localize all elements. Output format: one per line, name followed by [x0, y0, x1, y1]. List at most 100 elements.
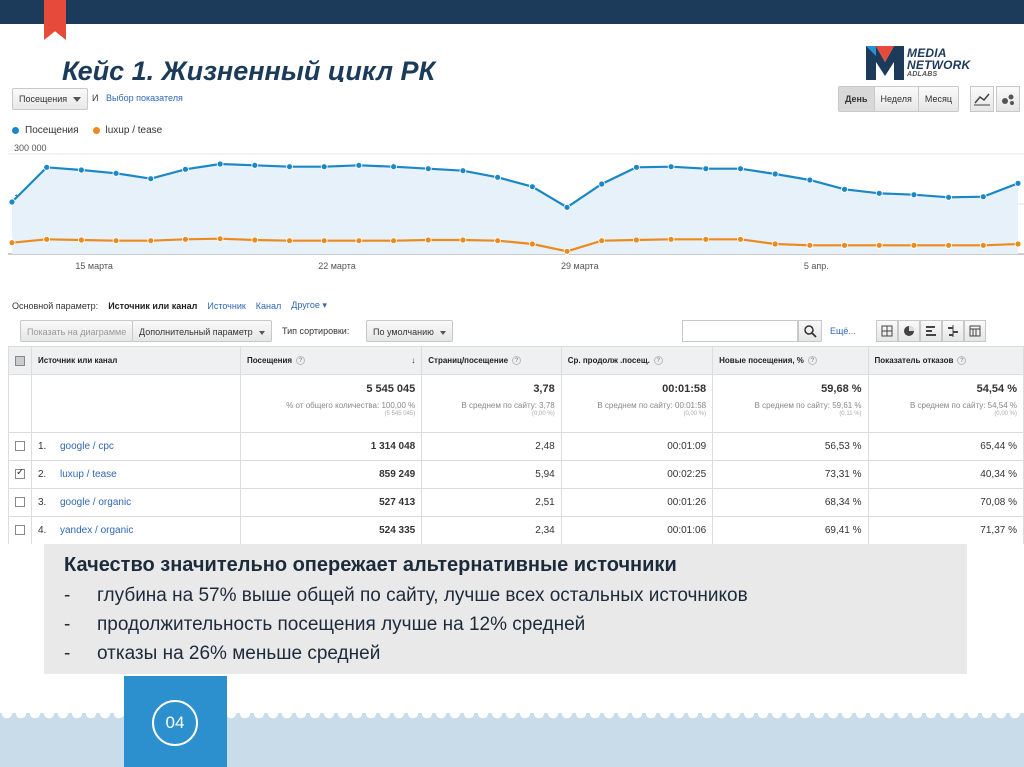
column-header-duration[interactable]: Ср. продолж .посещ.? [560, 346, 714, 375]
column-header-pages[interactable]: Страниц/посещение? [421, 346, 562, 375]
chevron-down-icon [258, 330, 265, 335]
bullet-dash: - [64, 585, 71, 606]
secondary-dimension-select[interactable]: Дополнительный параметр [132, 320, 272, 342]
plot-rows-button[interactable]: Показать на диаграмме [20, 320, 134, 342]
logo-text-adlabs: ADLABS [907, 71, 938, 78]
dimension-source-medium[interactable]: Источник или канал [108, 301, 197, 311]
line-chart-mode-button[interactable] [970, 86, 994, 112]
source-link[interactable]: google / cpc [60, 441, 114, 452]
help-icon[interactable]: ? [296, 356, 306, 366]
data-point [494, 173, 502, 181]
source-link[interactable]: google / organic [60, 497, 131, 508]
data-view-button[interactable] [876, 320, 898, 342]
period-month-button[interactable]: Месяц [918, 87, 959, 111]
data-point [667, 163, 675, 171]
column-header-source[interactable]: Источник или канал [30, 346, 242, 375]
row-checkbox[interactable] [15, 497, 25, 508]
row-checkbox-cell[interactable] [8, 488, 32, 517]
pie-view-button[interactable] [898, 320, 920, 342]
data-point [1014, 179, 1022, 187]
data-point [598, 237, 606, 245]
table-row[interactable]: 1. google / cpc 1 314 048 2,48 00:01:09 5… [8, 432, 1024, 461]
row-checkbox[interactable] [15, 467, 25, 480]
data-point [8, 198, 16, 206]
row-checkbox-cell[interactable] [8, 432, 32, 461]
source-link[interactable]: luxup / tease [60, 469, 117, 480]
summary-item-text: отказы на 26% меньше средней [97, 643, 381, 664]
performance-view-button[interactable] [920, 320, 942, 342]
chart-legend: Посещения luxup / tease [12, 125, 162, 136]
pivot-view-button[interactable] [964, 320, 986, 342]
choose-metric-link[interactable]: Выбор показателя [106, 93, 183, 103]
data-point [112, 169, 120, 177]
table-row[interactable]: 3. google / organic 527 413 2,51 00:01:26… [8, 488, 1024, 517]
data-point [424, 236, 432, 244]
help-icon[interactable]: ? [807, 356, 817, 366]
top-bar [0, 0, 1024, 24]
new-visits-cell: 69,41 % [712, 516, 869, 544]
dimension-source[interactable]: Источник [207, 301, 245, 311]
grid-view-icon [881, 325, 893, 337]
dimension-medium[interactable]: Канал [256, 301, 281, 311]
sort-arrow-icon: ↓ [411, 355, 416, 365]
data-point [771, 240, 779, 248]
sort-type-value: По умолчанию [373, 327, 434, 337]
table-row[interactable]: 4. yandex / organic 524 335 2,34 00:01:06… [8, 516, 1024, 544]
more-options-link[interactable]: Ещё... [830, 326, 856, 336]
data-point [806, 241, 814, 249]
column-header-label: Посещения [247, 355, 293, 365]
totals-pages: 3,78 В среднем по сайту: 3,78 (0,00 %) [421, 374, 562, 433]
table-row[interactable]: 2. luxup / tease 859 249 5,94 00:02:25 73… [8, 460, 1024, 489]
column-header-label: Показатель отказов [874, 355, 954, 365]
data-point [320, 163, 328, 171]
column-header-new-visits[interactable]: Новые посещения, %? [712, 346, 869, 375]
help-icon[interactable]: ? [957, 356, 967, 366]
period-day-button[interactable]: День [839, 87, 875, 111]
page-number: 04 [152, 700, 198, 746]
data-point [355, 237, 363, 245]
help-icon[interactable]: ? [653, 356, 663, 366]
comparison-view-button[interactable] [942, 320, 964, 342]
source-link[interactable]: yandex / organic [60, 525, 133, 536]
pages-cell: 5,94 [421, 460, 562, 489]
row-checkbox[interactable] [15, 441, 25, 452]
data-point [875, 241, 883, 249]
motion-chart-mode-button[interactable] [996, 86, 1020, 112]
source-cell: 4. yandex / organic [30, 516, 242, 544]
total-value: 5 545 045 [366, 383, 416, 395]
row-number: 3. [38, 497, 47, 508]
total-sub: В среднем по сайту: 54,54 % [909, 401, 1017, 410]
visits-cell: 524 335 [240, 516, 423, 544]
data-point [77, 236, 85, 244]
select-all-cell[interactable] [8, 346, 32, 375]
column-header-bounce[interactable]: Показатель отказов? [867, 346, 1024, 375]
data-point [806, 176, 814, 184]
summary-item: - глубина на 57% выше общей по сайту, луч… [64, 581, 947, 610]
metric-select[interactable]: Посещения [12, 88, 88, 110]
period-week-button[interactable]: Неделя [874, 87, 919, 111]
data-point [841, 241, 848, 249]
data-point [251, 236, 259, 244]
dimension-other[interactable]: Другое ▾ [291, 300, 327, 311]
sort-type-label: Тип сортировки: [282, 326, 350, 336]
chevron-down-icon [439, 330, 446, 335]
sources-table: Источник или канал Посещения? ↓ Страниц/п… [8, 346, 1024, 544]
logo-mark-icon [866, 46, 904, 80]
column-header-visits[interactable]: Посещения? ↓ [240, 346, 423, 375]
select-all-checkbox[interactable] [15, 355, 25, 366]
bookmark-ribbon [44, 0, 66, 40]
data-point [8, 239, 16, 247]
sort-type-select[interactable]: По умолчанию [366, 320, 453, 342]
secondary-dimension-label: Дополнительный параметр [139, 327, 253, 337]
data-point [563, 247, 571, 255]
row-checkbox-cell[interactable] [8, 516, 32, 544]
table-search-input[interactable] [682, 320, 798, 342]
help-icon[interactable]: ? [512, 356, 522, 366]
pages-cell: 2,34 [421, 516, 562, 544]
table-search-button[interactable] [798, 320, 822, 342]
legend-dot [92, 127, 100, 134]
row-checkbox-cell[interactable] [8, 460, 32, 489]
total-value: 54,54 % [976, 383, 1017, 395]
legend-item-visits: Посещения [12, 125, 79, 136]
row-checkbox[interactable] [15, 525, 25, 536]
